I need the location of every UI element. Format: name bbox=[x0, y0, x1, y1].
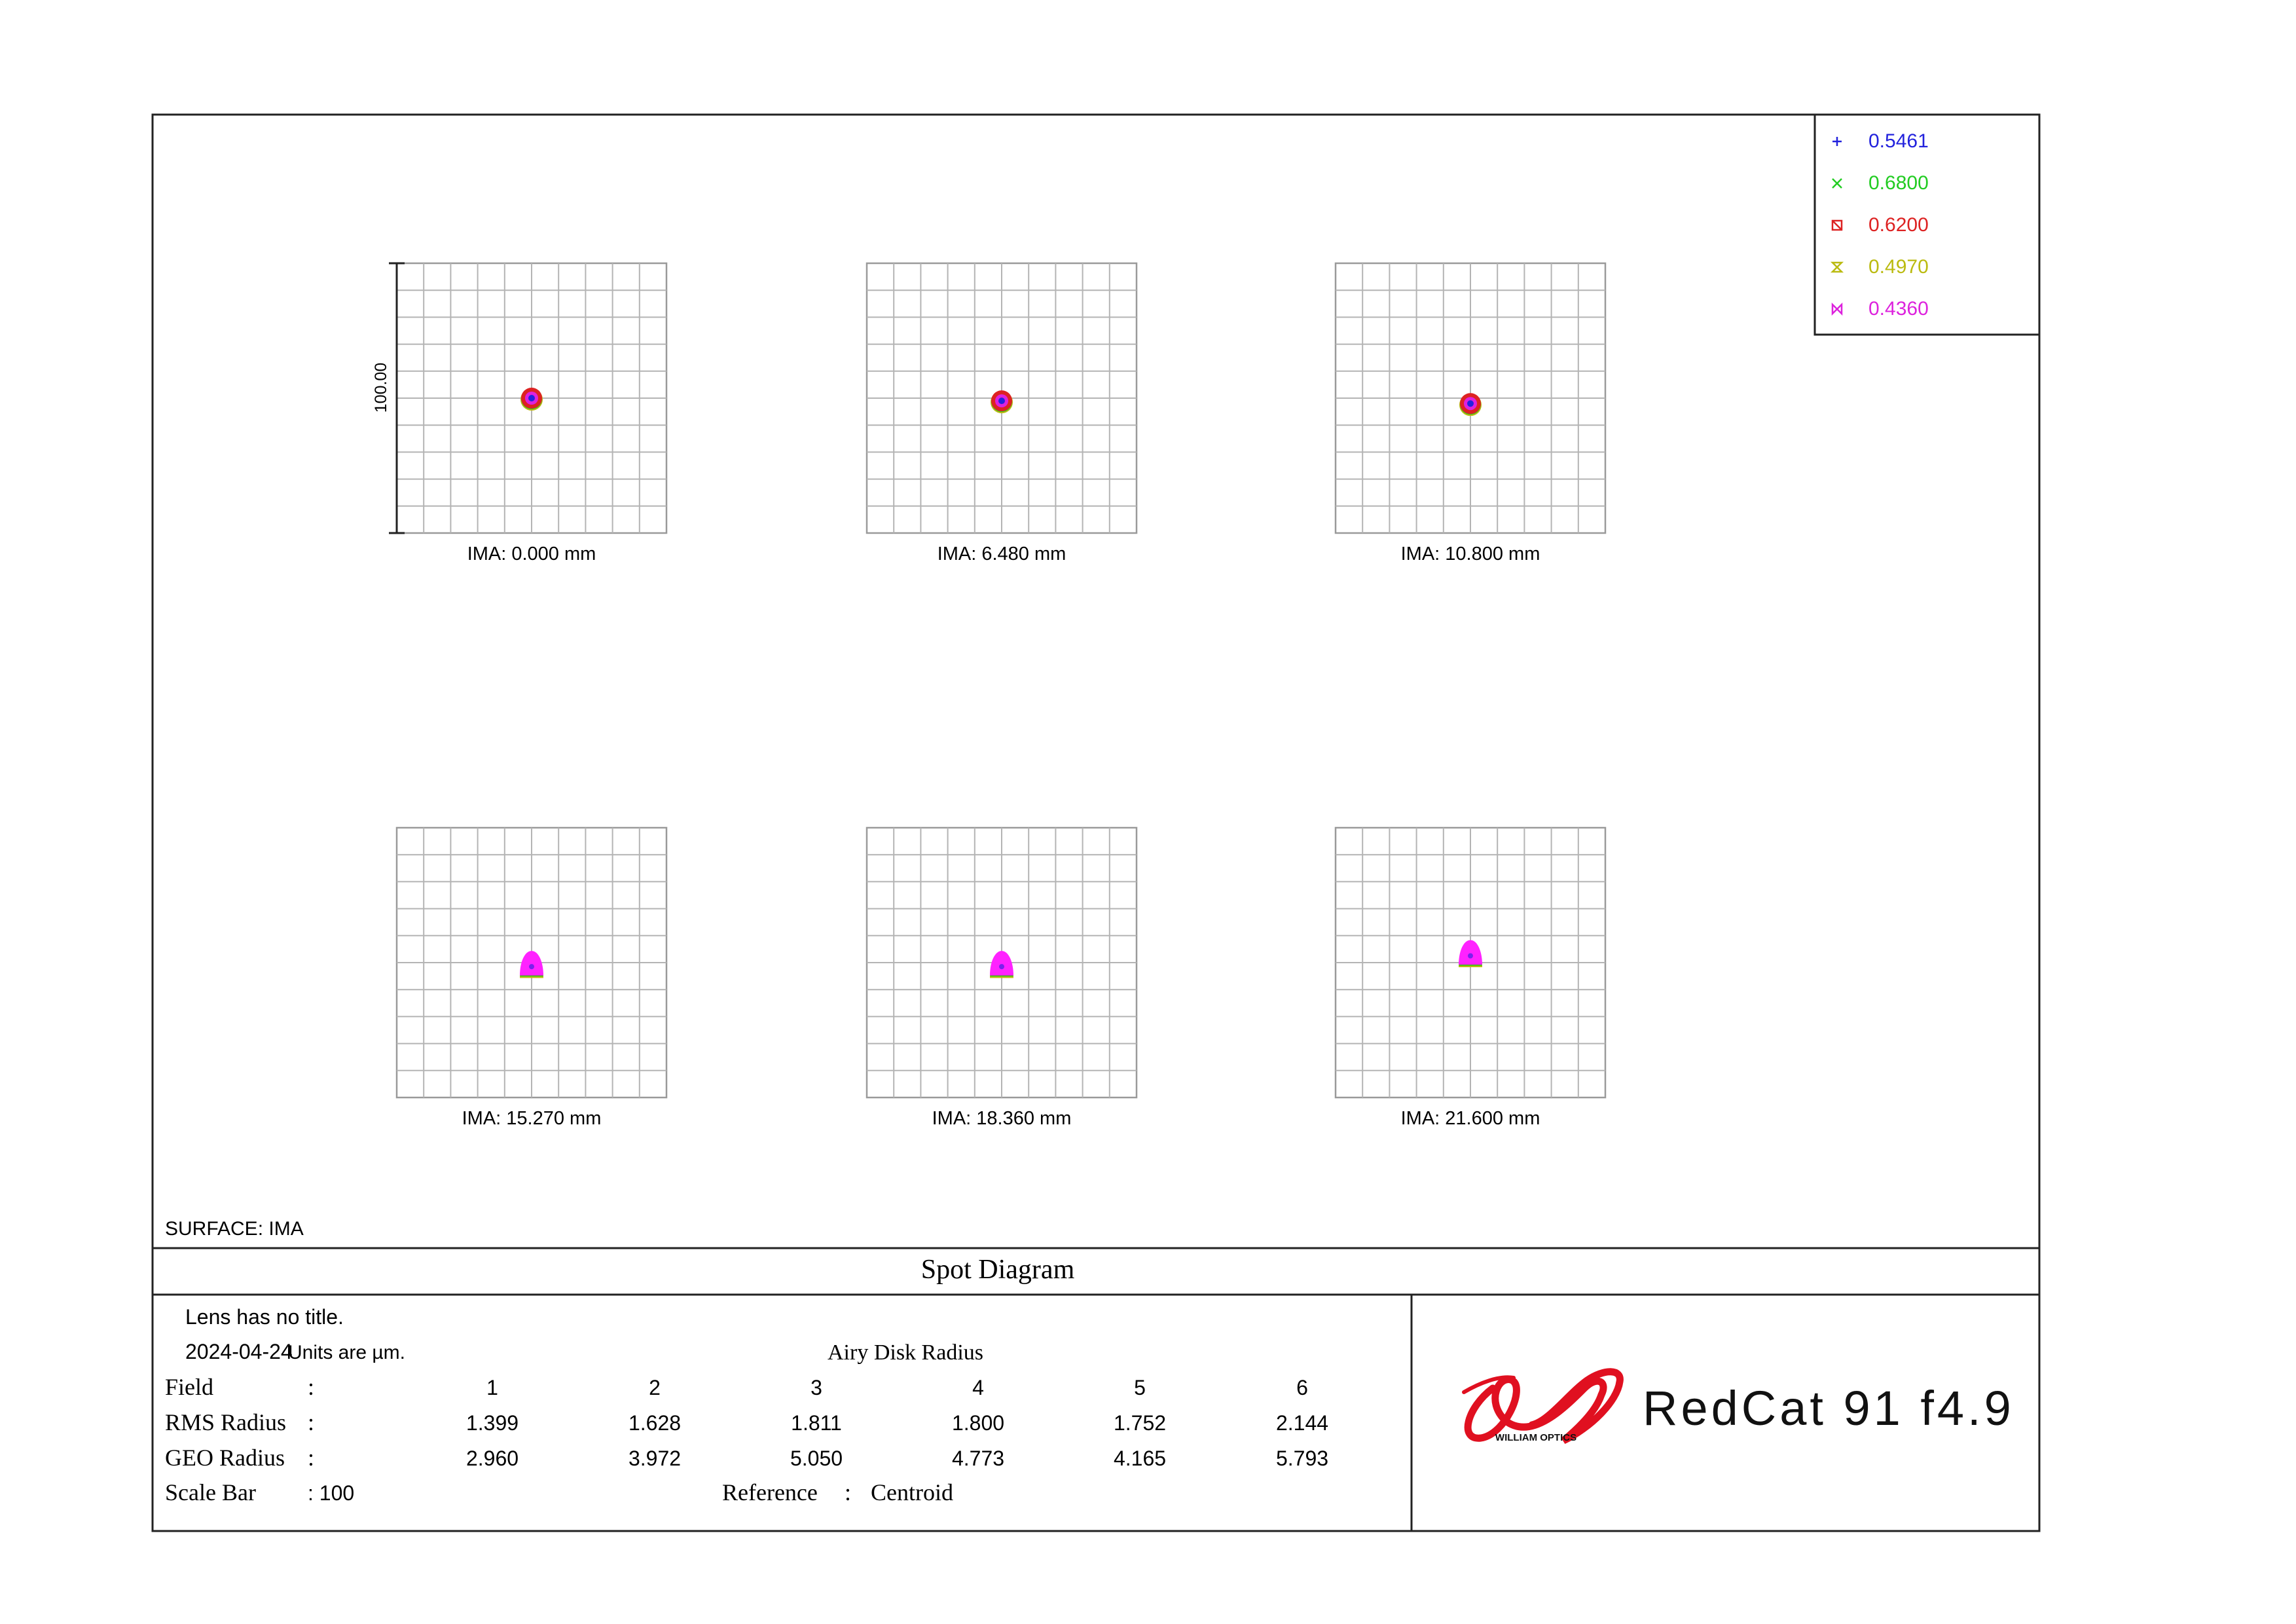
airy-table-values: 1 2 3 4 5 6 1.399 1.628 1.811 1.800 1.752 2.144 2.96… bbox=[466, 1376, 1328, 1470]
geo-value: 5.793 bbox=[1276, 1447, 1328, 1470]
spot-plots: IMA: 0.000 mm IMA: 6.480 mm IMA: 10.800 mm… bbox=[395, 262, 1607, 1129]
spot-layer-0.5461 bbox=[999, 964, 1004, 970]
legend-marker bbox=[1830, 261, 1844, 273]
field-number: 1 bbox=[486, 1376, 498, 1399]
geo-row-label: GEO Radius bbox=[165, 1445, 285, 1471]
geo-value: 5.050 bbox=[790, 1447, 843, 1470]
legend-label: 0.6800 bbox=[1868, 172, 1929, 194]
geo-value: 3.972 bbox=[629, 1447, 681, 1470]
spot-layer-0.5461 bbox=[998, 397, 1005, 405]
product-name: RedCat 91 f4.9 bbox=[1643, 1381, 2014, 1435]
field-label: IMA: 15.270 mm bbox=[462, 1108, 602, 1129]
geo-row-colon: : bbox=[308, 1445, 314, 1471]
field-number: 6 bbox=[1296, 1376, 1308, 1399]
spot-plot: IMA: 10.800 mm bbox=[1334, 262, 1607, 564]
field-number: 2 bbox=[649, 1376, 661, 1399]
wavelength-legend: 0.5461 0.6800 0.6200 0.4970 0.4360 bbox=[1830, 130, 1929, 320]
field-label: IMA: 21.600 mm bbox=[1401, 1108, 1540, 1129]
legend-item: 0.6800 bbox=[1832, 172, 1929, 194]
spot-plot: IMA: 0.000 mm bbox=[395, 262, 668, 564]
lens-title: Lens has no title. bbox=[185, 1305, 344, 1329]
rms-value: 1.399 bbox=[466, 1411, 519, 1435]
field-row-label: Field bbox=[165, 1374, 213, 1400]
brand-block: WILLIAM OPTICS RedCat 91 f4.9 bbox=[1462, 1368, 2014, 1444]
field-row-colon: : bbox=[308, 1374, 314, 1400]
airy-disk-label: Airy Disk Radius bbox=[828, 1340, 983, 1365]
geo-value: 2.960 bbox=[466, 1447, 519, 1470]
report-date: 2024-04-24 bbox=[185, 1340, 293, 1363]
page-title: Spot Diagram bbox=[921, 1255, 1075, 1285]
legend-label: 0.4970 bbox=[1868, 256, 1929, 278]
rms-value: 2.144 bbox=[1276, 1411, 1328, 1435]
legend-marker bbox=[1832, 178, 1842, 189]
reference-value: Centroid bbox=[871, 1479, 953, 1505]
field-label: IMA: 10.800 mm bbox=[1401, 544, 1540, 564]
reference-colon: : bbox=[845, 1479, 851, 1505]
william-optics-logo: WILLIAM OPTICS bbox=[1462, 1368, 1624, 1444]
geo-value: 4.773 bbox=[952, 1447, 1004, 1470]
legend-item: 0.4970 bbox=[1830, 256, 1929, 278]
field-number: 5 bbox=[1134, 1376, 1146, 1399]
rms-value: 1.811 bbox=[791, 1411, 842, 1435]
field-label: IMA: 18.360 mm bbox=[932, 1108, 1072, 1129]
logo-text: WILLIAM OPTICS bbox=[1495, 1432, 1576, 1443]
spot-layer-0.5461 bbox=[1468, 953, 1473, 959]
spot-layer-0.5461 bbox=[1467, 400, 1474, 407]
legend-item: 0.4360 bbox=[1831, 298, 1929, 320]
scale-row-label: Scale Bar bbox=[165, 1479, 256, 1505]
legend-marker bbox=[1831, 219, 1843, 231]
legend-item: 0.5461 bbox=[1832, 130, 1929, 152]
rms-value: 1.628 bbox=[629, 1411, 681, 1435]
legend-marker bbox=[1831, 302, 1843, 316]
legend-label: 0.6200 bbox=[1868, 214, 1929, 236]
geo-value: 4.165 bbox=[1114, 1447, 1166, 1470]
units-note: Units are µm. bbox=[288, 1342, 405, 1363]
spot-diagram-sheet: 0.5461 0.6800 0.6200 0.4970 0.4360 IMA: 0.00… bbox=[151, 113, 2041, 1532]
spot-plot: IMA: 18.360 mm bbox=[866, 826, 1138, 1129]
spot-plot: IMA: 21.600 mm bbox=[1334, 826, 1607, 1129]
legend-label: 0.4360 bbox=[1868, 298, 1929, 320]
scale-bar-label: 100.00 bbox=[372, 363, 390, 413]
field-number: 3 bbox=[811, 1376, 822, 1399]
field-number: 4 bbox=[972, 1376, 984, 1399]
rms-row-label: RMS Radius bbox=[165, 1409, 286, 1435]
info-block: Lens has no title. 2024-04-24 Units are … bbox=[165, 1305, 1328, 1505]
field-label: IMA: 0.000 mm bbox=[467, 544, 596, 564]
legend-marker bbox=[1832, 137, 1842, 146]
surface-label: SURFACE: IMA bbox=[165, 1218, 304, 1240]
spot-plot: IMA: 15.270 mm bbox=[395, 826, 668, 1129]
spot-layer-0.5461 bbox=[528, 395, 535, 401]
rms-value: 1.800 bbox=[952, 1411, 1004, 1435]
spot-layer-0.5461 bbox=[529, 964, 534, 970]
rms-value: 1.752 bbox=[1114, 1411, 1166, 1435]
rms-row-colon: : bbox=[308, 1409, 314, 1435]
spot-plot: IMA: 6.480 mm bbox=[866, 262, 1138, 564]
reference-label: Reference bbox=[722, 1479, 818, 1505]
legend-item: 0.6200 bbox=[1831, 214, 1929, 236]
field-label: IMA: 6.480 mm bbox=[938, 544, 1066, 564]
scale-row-value: : 100 bbox=[308, 1481, 354, 1505]
legend-label: 0.5461 bbox=[1868, 130, 1929, 152]
